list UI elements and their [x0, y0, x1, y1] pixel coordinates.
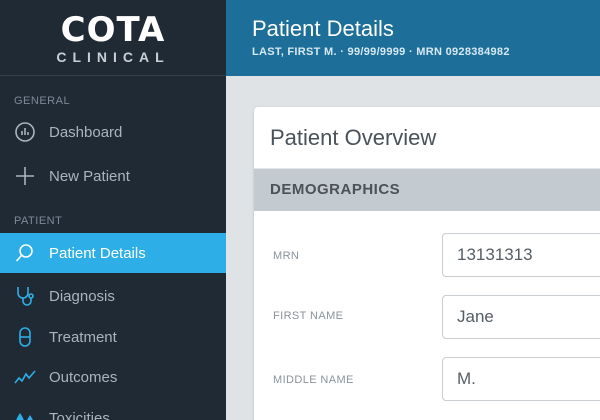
- sidebar-item-label: Toxicities: [49, 409, 110, 420]
- sidebar-item-label: Diagnosis: [49, 287, 115, 305]
- logo-divider: [0, 75, 226, 76]
- line-chart-icon: [12, 364, 38, 390]
- section-label-patient: PATIENT: [14, 215, 63, 227]
- drops-icon: [12, 405, 38, 420]
- patient-summary: LAST, FIRST M. · 99/99/9999 · MRN 092838…: [252, 46, 510, 58]
- page-header: Patient Details LAST, FIRST M. · 99/99/9…: [226, 0, 600, 76]
- sidebar-item-dashboard[interactable]: Dashboard: [0, 112, 226, 152]
- sidebar-item-label: Dashboard: [49, 123, 123, 141]
- sidebar-item-label: Patient Details: [49, 244, 146, 262]
- patient-overview-card: Patient Overview DEMOGRAPHICS MRN 131313…: [254, 107, 600, 420]
- mrn-field[interactable]: 13131313: [442, 233, 600, 277]
- card-title: Patient Overview: [254, 107, 600, 169]
- sidebar-item-outcomes[interactable]: Outcomes: [0, 357, 226, 397]
- first-name-label: FIRST NAME: [273, 310, 344, 322]
- middle-name-field[interactable]: M.: [442, 357, 600, 401]
- mrn-label: MRN: [273, 250, 300, 262]
- stethoscope-icon: [12, 283, 38, 309]
- plus-icon: [12, 163, 38, 189]
- sidebar-item-toxicities[interactable]: Toxicities: [0, 398, 226, 420]
- sidebar-item-label: Outcomes: [49, 368, 118, 386]
- page-title: Patient Details: [252, 16, 394, 41]
- logo-sub-text: CLINICAL: [56, 49, 170, 65]
- sidebar-item-label: Treatment: [49, 328, 117, 346]
- sidebar-item-diagnosis[interactable]: Diagnosis: [0, 276, 226, 316]
- sidebar-item-patient-details[interactable]: Patient Details: [0, 233, 226, 273]
- sidebar: COTA CLINICAL GENERAL Dashboard New Pati…: [0, 0, 226, 420]
- sidebar-item-label: New Patient: [49, 167, 130, 185]
- logo-main-text: COTA: [60, 10, 166, 50]
- sidebar-item-treatment[interactable]: Treatment: [0, 317, 226, 357]
- middle-name-label: MIDDLE NAME: [273, 374, 354, 386]
- logo[interactable]: COTA CLINICAL: [0, 0, 226, 76]
- section-label-general: GENERAL: [14, 95, 71, 107]
- dashboard-icon: [12, 119, 38, 145]
- first-name-field[interactable]: Jane: [442, 295, 600, 339]
- search-icon: [12, 240, 38, 266]
- sidebar-item-new-patient[interactable]: New Patient: [0, 156, 226, 196]
- section-header-demographics: DEMOGRAPHICS: [254, 169, 600, 211]
- capsule-icon: [12, 324, 38, 350]
